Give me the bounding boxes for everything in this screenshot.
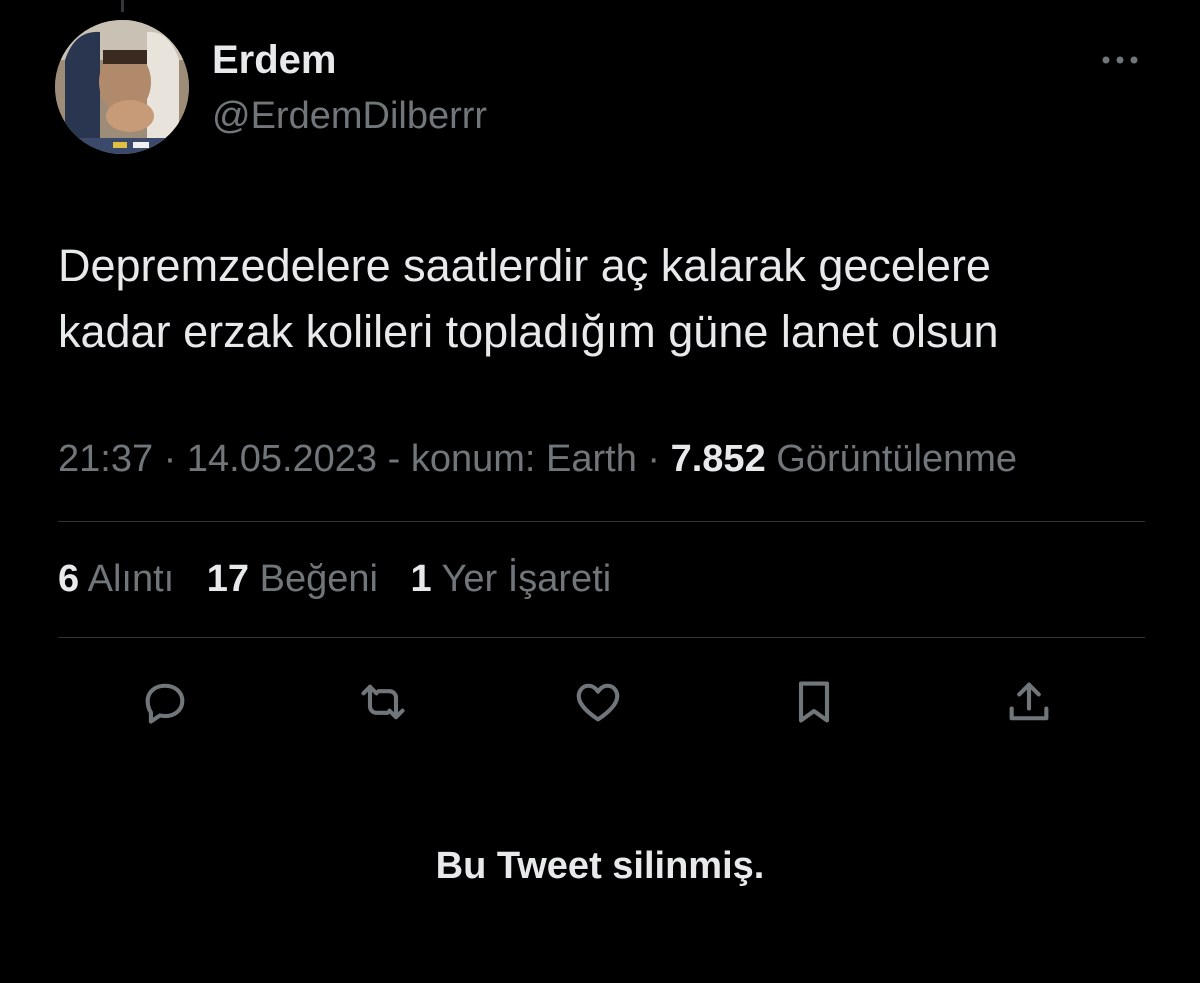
bookmarks-stat[interactable]: 1 Yer İşareti [411, 558, 612, 600]
more-horizontal-icon[interactable] [1098, 50, 1142, 70]
tweet-time[interactable]: 21:37 [58, 438, 153, 480]
author-handle[interactable]: @ErdemDilberrr [212, 95, 487, 138]
views-count: 7.852 [670, 438, 766, 480]
likes-label: Beğeni [249, 558, 378, 600]
bookmarks-label: Yer İşareti [431, 558, 612, 600]
share-icon[interactable] [1003, 676, 1055, 728]
tweet-date[interactable]: 14.05.2023 [187, 438, 377, 480]
tweet-meta: 21:37 · 14.05.2023 - konum: Earth · 7.85… [58, 438, 1017, 481]
meta-separator: · [636, 438, 671, 480]
tweet-text-line: kadar erzak kolileri topladığım güne lan… [58, 306, 999, 357]
tweet-text-line: Depremzedelere saatlerdir aç kalarak gec… [58, 240, 991, 291]
divider [58, 521, 1145, 522]
likes-stat[interactable]: 17 Beğeni [207, 558, 378, 600]
engagement-stats: 6 Alıntı 17 Beğeni 1 Yer İşareti [58, 558, 633, 601]
divider [58, 637, 1145, 638]
author-display-name[interactable]: Erdem [212, 38, 337, 83]
quotes-count: 6 [58, 558, 80, 600]
thread-connector-line [121, 0, 124, 12]
tweet-text: Depremzedelere saatlerdir aç kalarak gec… [58, 233, 1148, 365]
reply-icon[interactable] [139, 676, 191, 728]
avatar[interactable] [55, 20, 189, 154]
retweet-icon[interactable] [357, 676, 409, 728]
deleted-tweet-notice: Bu Tweet silinmiş. [435, 845, 765, 887]
meta-separator: · [153, 438, 187, 480]
bookmarks-count: 1 [410, 558, 432, 600]
views-label: Görüntülenme [765, 438, 1018, 480]
likes-count: 17 [206, 558, 250, 600]
heart-icon[interactable] [572, 676, 624, 728]
quotes-label: Alıntı [79, 558, 175, 600]
bookmark-icon[interactable] [788, 676, 840, 728]
avatar-image [55, 20, 189, 154]
tweet-location: - konum: Earth [377, 438, 637, 480]
quotes-stat[interactable]: 6 Alıntı [58, 558, 174, 600]
